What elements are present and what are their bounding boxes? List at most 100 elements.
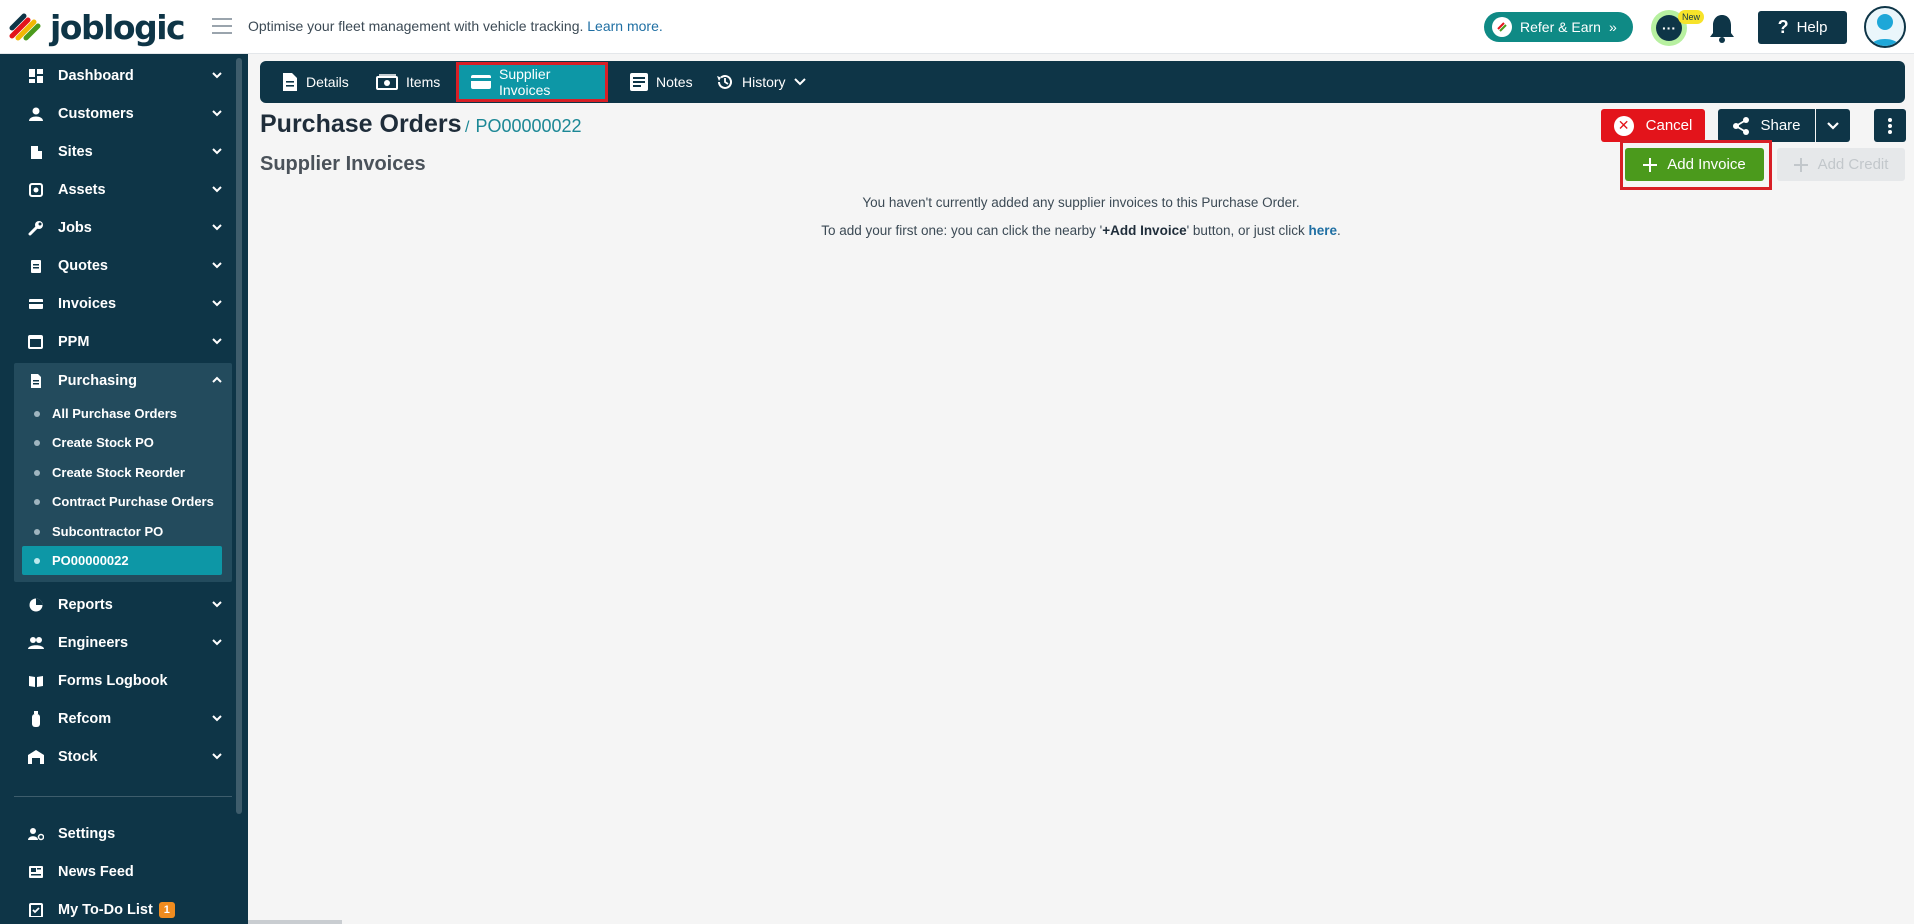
sidebar-item-refcom[interactable]: Refcom <box>14 701 232 737</box>
money-icon <box>376 74 398 90</box>
bullet-icon <box>34 558 40 564</box>
add-invoice-button[interactable]: Add Invoice <box>1625 148 1764 181</box>
wrench-icon <box>28 220 44 236</box>
book-icon <box>28 673 44 689</box>
horizontal-scrollbar[interactable] <box>248 920 342 924</box>
tab-items[interactable]: Items <box>364 65 452 99</box>
card-icon <box>28 296 44 312</box>
share-icon <box>1733 116 1750 135</box>
tab-supplier-invoices[interactable]: Supplier Invoices <box>456 62 608 102</box>
sidebar-item-label: Settings <box>58 826 116 842</box>
logo-mark-icon <box>9 13 41 41</box>
page-title: Purchase Orders <box>260 110 462 138</box>
refer-earn-button[interactable]: Refer & Earn » <box>1484 12 1633 42</box>
sidebar-item-stock[interactable]: Stock <box>14 739 232 775</box>
add-credit-button[interactable]: Add Credit <box>1777 148 1905 181</box>
sidebar-item-quotes[interactable]: Quotes <box>14 248 232 284</box>
new-badge: New <box>1678 10 1705 24</box>
sidebar-scrollbar[interactable] <box>236 58 242 814</box>
plus-icon <box>1793 157 1808 172</box>
here-link[interactable]: here <box>1308 223 1337 238</box>
sidebar-subitem-current-po[interactable]: PO00000022 <box>22 546 222 575</box>
sidebar-item-label: News Feed <box>58 864 134 880</box>
plus-icon <box>1643 157 1658 172</box>
checklist-icon <box>28 902 44 918</box>
sidebar-item-purchasing[interactable]: Purchasing <box>14 363 232 399</box>
logo-text: joblogic <box>50 7 186 47</box>
section-title: Supplier Invoices <box>260 153 426 175</box>
sidebar-item-jobs[interactable]: Jobs <box>14 210 232 246</box>
sidebar-item-news-feed[interactable]: News Feed <box>14 854 232 890</box>
tab-details[interactable]: Details <box>270 65 361 99</box>
clipboard-icon <box>28 258 44 274</box>
sidebar-item-todo-list[interactable]: My To-Do List 1 <box>14 892 232 924</box>
tagline-text: Optimise your fleet management with vehi… <box>248 18 584 34</box>
cylinder-icon <box>28 711 44 727</box>
sidebar-item-invoices[interactable]: Invoices <box>14 286 232 322</box>
document-icon <box>283 73 297 91</box>
breadcrumb: / PO00000022 <box>465 116 582 137</box>
question-icon: ? <box>1777 17 1789 37</box>
hint-text-mid: ' button, or just click <box>1186 223 1309 238</box>
calendar-icon <box>28 334 44 350</box>
sidebar-subitem-subcontractor-po[interactable]: Subcontractor PO <box>22 517 222 546</box>
user-avatar[interactable] <box>1864 6 1906 48</box>
sidebar-item-label: Reports <box>58 597 113 613</box>
sidebar-subitem-create-stock-reorder[interactable]: Create Stock Reorder <box>22 458 222 487</box>
notes-icon <box>630 73 648 91</box>
help-button[interactable]: ? Help <box>1758 11 1847 44</box>
sidebar-item-label: My To-Do List <box>58 902 153 918</box>
empty-state-message: You haven't currently added any supplier… <box>862 195 1300 210</box>
chevron-down-icon <box>793 78 806 86</box>
cancel-button[interactable]: ✕ Cancel <box>1601 109 1705 142</box>
sidebar-subitem-all-purchase-orders[interactable]: All Purchase Orders <box>22 399 222 428</box>
sidebar-item-engineers[interactable]: Engineers <box>14 625 232 661</box>
todo-count-badge: 1 <box>158 902 175 918</box>
sidebar-item-reports[interactable]: Reports <box>14 587 232 623</box>
sidebar-item-label: Engineers <box>58 635 129 651</box>
breadcrumb-po-number[interactable]: PO00000022 <box>475 116 581 136</box>
sidebar-item-assets[interactable]: Assets <box>14 172 232 208</box>
sidebar-item-label: Assets <box>58 182 106 198</box>
refer-logo-icon <box>1492 17 1512 37</box>
learn-more-link[interactable]: Learn more. <box>587 18 662 34</box>
subitem-label: Create Stock Reorder <box>52 465 185 480</box>
sidebar-item-dashboard[interactable]: Dashboard <box>14 58 232 94</box>
empty-state-hint: To add your first one: you can click the… <box>248 223 1914 238</box>
bell-icon[interactable] <box>1707 12 1737 44</box>
tab-label: Notes <box>656 74 693 90</box>
chevron-down-icon <box>212 715 222 722</box>
sidebar-item-sites[interactable]: Sites <box>14 134 232 170</box>
sidebar-item-settings[interactable]: Settings <box>14 816 232 852</box>
chevron-down-icon <box>212 186 222 193</box>
sidebar-item-label: Sites <box>58 144 93 160</box>
cancel-label: Cancel <box>1645 117 1693 134</box>
chevron-down-icon <box>212 148 222 155</box>
more-options-button[interactable] <box>1874 109 1906 142</box>
bullet-icon <box>34 470 40 476</box>
sidebar-subitem-contract-purchase-orders[interactable]: Contract Purchase Orders <box>22 487 222 516</box>
hamburger-menu-icon[interactable] <box>212 18 232 34</box>
sidebar-subitem-create-stock-po[interactable]: Create Stock PO <box>22 428 222 457</box>
subitem-label: All Purchase Orders <box>52 406 177 421</box>
breadcrumb-separator: / <box>465 119 470 136</box>
close-circle-icon: ✕ <box>1613 115 1634 136</box>
sidebar-item-forms-logbook[interactable]: Forms Logbook <box>14 663 232 699</box>
add-credit-label: Add Credit <box>1817 156 1889 173</box>
subitem-label: Subcontractor PO <box>52 524 164 539</box>
hint-add-invoice-ref: +Add Invoice <box>1102 223 1187 238</box>
share-button[interactable]: Share <box>1718 109 1815 142</box>
chevron-down-icon <box>212 72 222 79</box>
pie-icon <box>28 597 44 613</box>
person-avatar-icon <box>1870 14 1900 46</box>
tab-notes[interactable]: Notes <box>618 65 705 99</box>
sidebar-item-label: Customers <box>58 106 134 122</box>
share-label: Share <box>1760 117 1801 134</box>
sidebar-item-customers[interactable]: Customers <box>14 96 232 132</box>
tab-history[interactable]: History <box>704 65 818 99</box>
sidebar-item-ppm[interactable]: PPM <box>14 324 232 360</box>
joblogic-logo[interactable]: joblogic <box>4 6 186 48</box>
news-icon <box>28 864 44 880</box>
chevron-down-icon <box>212 338 222 345</box>
share-dropdown-button[interactable] <box>1816 109 1850 142</box>
